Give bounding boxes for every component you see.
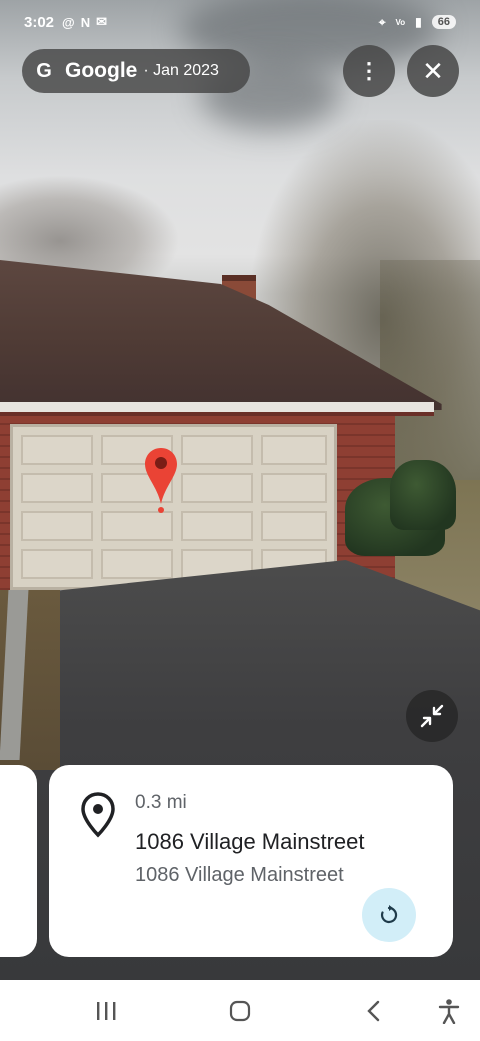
recents-icon [97,1002,116,1020]
status-bar: 3:02 @ N ✉ ⌖ Vo ▮ 66 [0,0,480,44]
system-nav-bar [0,980,480,1041]
vowifi-icon: Vo [395,17,406,27]
place-title: 1086 Village Mainstreet [135,829,365,854]
shrub [390,460,456,530]
brand-name: Google [65,59,138,82]
imagery-date: · Jan 2023 [143,62,219,79]
exit-fullscreen-button[interactable] [406,690,458,742]
imagery-attribution[interactable]: G Google · Jan 2023 [22,49,250,93]
place-address: 1086 Village Mainstreet [135,864,344,886]
status-time: 3:02 [24,13,55,31]
close-icon: ✕ [422,55,444,86]
place-distance: 0.3 mi [135,792,187,813]
back-button[interactable] [358,995,390,1027]
home-button[interactable] [224,995,256,1027]
place-marker-icon[interactable] [143,446,179,516]
home-icon [229,1000,251,1022]
mail-icon: ✉ [96,14,108,29]
accessibility-button[interactable] [433,995,465,1027]
more-options-button[interactable]: ⋮ [343,45,395,97]
more-vert-icon: ⋮ [358,58,380,83]
rotate-icon [380,905,398,924]
recents-button[interactable] [90,995,122,1027]
collapse-arrows-icon [420,704,444,728]
location-pin-icon [81,792,115,838]
nfc-icon: N [80,14,91,30]
woods-right [380,260,480,490]
signal-icon: ▮ [415,15,422,29]
threads-icon: @ [62,14,75,30]
close-button[interactable]: ✕ [407,45,459,97]
previous-place-card[interactable] [0,765,37,957]
battery-indicator: 66 [431,15,456,29]
place-card[interactable]: 0.3 mi 1086 Village Mainstreet 1086 Vill… [49,765,453,957]
gutter [0,402,434,412]
accessibility-icon [438,999,460,1024]
back-icon [367,1000,380,1022]
location-icon: ⌖ [378,14,386,29]
refresh-view-button[interactable] [362,888,416,942]
google-logo-icon: G [36,60,52,82]
